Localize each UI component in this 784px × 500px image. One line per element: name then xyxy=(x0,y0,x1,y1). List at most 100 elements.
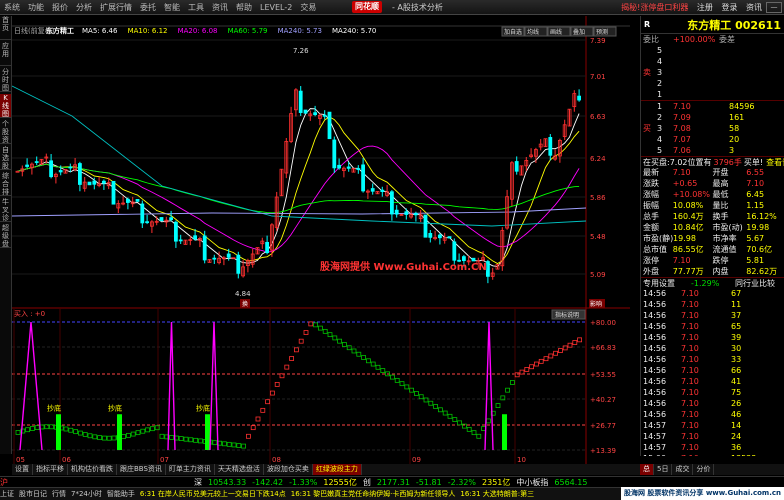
status-sh[interactable]: 上证 xyxy=(0,489,14,499)
stat-row[interactable]: 总市值 86.55亿 流通值 70.6亿 xyxy=(641,244,784,255)
news-ticker-1[interactable]: 6:31 在岸人民币兑美元较上一交易日下跌14点 xyxy=(140,489,286,499)
candle-body xyxy=(140,203,145,224)
stat-row[interactable]: 最新 7.10 开盘 6.55 xyxy=(641,167,784,178)
stat-value: 6.45 xyxy=(746,190,765,199)
indicator-tab[interactable]: 天天精选盘活 xyxy=(215,464,264,475)
news-ticker-3[interactable]: 16:31 大选特朗普:第三 xyxy=(460,489,534,499)
cy-change: -51.81 xyxy=(415,477,442,487)
indicator-tab[interactable]: 盯单主力资讯 xyxy=(166,464,215,475)
tick-row[interactable]: 14:56 7.10 11 xyxy=(641,299,784,310)
login-link[interactable]: 登录 xyxy=(721,3,737,12)
stat-row[interactable]: 市盈(静) 19.98 市净率 5.67 xyxy=(641,233,784,244)
status-diary[interactable]: 股市日记 xyxy=(19,489,47,499)
menu-item[interactable]: 扩展行情 xyxy=(96,2,136,13)
menu-item[interactable]: 交易 xyxy=(296,2,320,13)
indicator-tab[interactable]: 机构估价看跌 xyxy=(68,464,117,475)
tick-row[interactable]: 14:56 7.10 46 xyxy=(641,409,784,420)
index-sz[interactable]: 深 xyxy=(194,477,202,487)
ma-label: MA10: 6.12 xyxy=(128,27,168,35)
minimize-button[interactable]: — xyxy=(766,2,782,13)
tick-row[interactable]: 14:56 7.10 41 xyxy=(641,376,784,387)
indicator-tab[interactable]: 指标平移 xyxy=(33,464,68,475)
indicator-help-label: 指标说明 xyxy=(555,311,579,319)
stat-row[interactable]: 外盘 77.77万 内盘 82.62万 xyxy=(641,266,784,277)
stat-row[interactable]: 涨幅 +10.08% 最低 6.45 xyxy=(641,189,784,200)
kline-svg[interactable]: 日线(前复权) 东方精工 MA5: 6.46 MA10: 6.12 MA20: 6.… xyxy=(12,16,630,464)
tick-row[interactable]: 14:56 7.10 33 xyxy=(641,354,784,365)
tick-row[interactable]: 15:007.1013522 xyxy=(641,453,784,456)
indicator-tab[interactable]: 跟庄BBS资讯 xyxy=(117,464,166,475)
tick-row[interactable]: 14:57 7.10 36 xyxy=(641,442,784,453)
quote-tab[interactable]: 5日 xyxy=(654,464,673,475)
index-cy[interactable]: 创 xyxy=(363,477,371,487)
tick-row[interactable]: 14:56 7.10 37 xyxy=(641,310,784,321)
menu-item[interactable]: LEVEL-2 xyxy=(256,3,296,12)
tick-row[interactable]: 14:56 7.10 67 xyxy=(641,288,784,299)
quote-tab[interactable]: 分价 xyxy=(693,464,715,475)
industry-link[interactable]: 同行业比较 xyxy=(735,278,775,288)
tab-super-book[interactable]: 超级盘口 xyxy=(0,224,11,248)
sell-level-row[interactable]: 1 xyxy=(641,89,784,100)
menu-item[interactable]: 委托 xyxy=(136,2,160,13)
stat-row[interactable]: 总手 160.4万 换手 16.12% xyxy=(641,211,784,222)
sell-level-row[interactable]: 4 xyxy=(641,56,784,67)
menu-item[interactable]: 资讯 xyxy=(208,2,232,13)
detail-link[interactable]: 查看详情 xyxy=(766,157,784,167)
tick-row[interactable]: 14:56 7.10 75 xyxy=(641,387,784,398)
tab-ranking[interactable]: 综合排名 xyxy=(0,172,11,196)
menu-item[interactable]: 分析 xyxy=(72,2,96,13)
index-sme[interactable]: 中小板指 xyxy=(516,477,548,487)
stat-row[interactable]: 涨停 7.10 跌停 5.81 xyxy=(641,255,784,266)
sell-level-row[interactable]: 2 xyxy=(641,78,784,89)
tick-time: 14:57 xyxy=(643,421,667,430)
tick-volume: 37 xyxy=(731,311,742,320)
indicator-tab[interactable]: 红绿波段主力 xyxy=(312,464,362,475)
sell-level-row[interactable]: 5 xyxy=(641,45,784,56)
news-ticker-2[interactable]: 16:31 黎巴嫩真主党任命纳伊姆·卡西姆为新任领导人 xyxy=(291,489,456,499)
indicator-tab[interactable]: 设置 xyxy=(12,464,33,475)
tick-time: 14:57 xyxy=(643,443,667,452)
stat-label: 总市值 xyxy=(643,245,667,254)
index-sh[interactable]: 沪 xyxy=(0,477,8,487)
tick-row[interactable]: 14:56 7.10 66 xyxy=(641,365,784,376)
tab-apps[interactable]: 应用 xyxy=(0,42,11,66)
menu-item[interactable]: 报价 xyxy=(48,2,72,13)
quote-tab[interactable]: 成交 xyxy=(672,464,694,475)
tick-row[interactable]: 14:57 7.10 24 xyxy=(641,431,784,442)
menu-item[interactable]: 工具 xyxy=(184,2,208,13)
tick-row[interactable]: 14:57 7.10 14 xyxy=(641,420,784,431)
tick-row[interactable]: 14:56 7.10 26 xyxy=(641,398,784,409)
register-link[interactable]: 注册 xyxy=(697,3,713,12)
kline-chart[interactable]: 日线(前复权) 东方精工 MA5: 6.46 MA10: 6.12 MA20: 6.… xyxy=(12,16,630,464)
tab-diagnosis[interactable]: 牛叉诊股 xyxy=(0,198,11,222)
stat-row[interactable]: 金额 10.84亿 市盈(动) 19.98 xyxy=(641,222,784,233)
menu-item[interactable]: 智能 xyxy=(160,2,184,13)
buy-level-row[interactable]: 1 7.10 84596 xyxy=(641,101,784,112)
tab-profile[interactable]: 个股资料 xyxy=(0,120,11,144)
buy-level-row[interactable]: 2 7.09 161 xyxy=(641,112,784,123)
tab-watchlist[interactable]: 自选股 xyxy=(0,146,11,170)
tick-row[interactable]: 14:56 7.10 30 xyxy=(641,343,784,354)
sell-level-row[interactable]: 卖3 xyxy=(641,67,784,78)
news-link[interactable]: 资讯 xyxy=(746,3,762,12)
stat-row[interactable]: 振幅 10.08% 量比 1.15 xyxy=(641,200,784,211)
tick-row[interactable]: 14:56 7.10 39 xyxy=(641,332,784,343)
status-quote[interactable]: 行情 xyxy=(52,489,66,499)
menu-item[interactable]: 帮助 xyxy=(232,2,256,13)
quote-tab[interactable]: 总 xyxy=(640,464,654,475)
buy-level-row[interactable]: 5 7.06 3 xyxy=(641,145,784,156)
indicator-tab[interactable]: 波段加仓买卖 xyxy=(264,464,313,475)
tab-timeshare[interactable]: 分时图 xyxy=(0,68,11,92)
status-724[interactable]: 7*24小时 xyxy=(71,489,102,499)
tab-kline[interactable]: K线图 xyxy=(0,94,11,118)
promo-link[interactable]: 揭秘!涨停盘口利器 xyxy=(621,3,688,12)
menu-item[interactable]: 系统 xyxy=(0,2,24,13)
menu-item[interactable]: 功能 xyxy=(24,2,48,13)
status-assistant[interactable]: 智能助手 xyxy=(107,489,135,499)
tab-home[interactable]: 首页 xyxy=(0,16,11,40)
stat-row[interactable]: 涨跌 +0.65 最高 7.10 xyxy=(641,178,784,189)
buy-level-row[interactable]: 4 7.07 20 xyxy=(641,134,784,145)
buy-level-row[interactable]: 买 3 7.08 58 xyxy=(641,123,784,134)
trade-tab[interactable]: 专用设置 xyxy=(643,278,691,288)
tick-row[interactable]: 14:56 7.10 65 xyxy=(641,321,784,332)
